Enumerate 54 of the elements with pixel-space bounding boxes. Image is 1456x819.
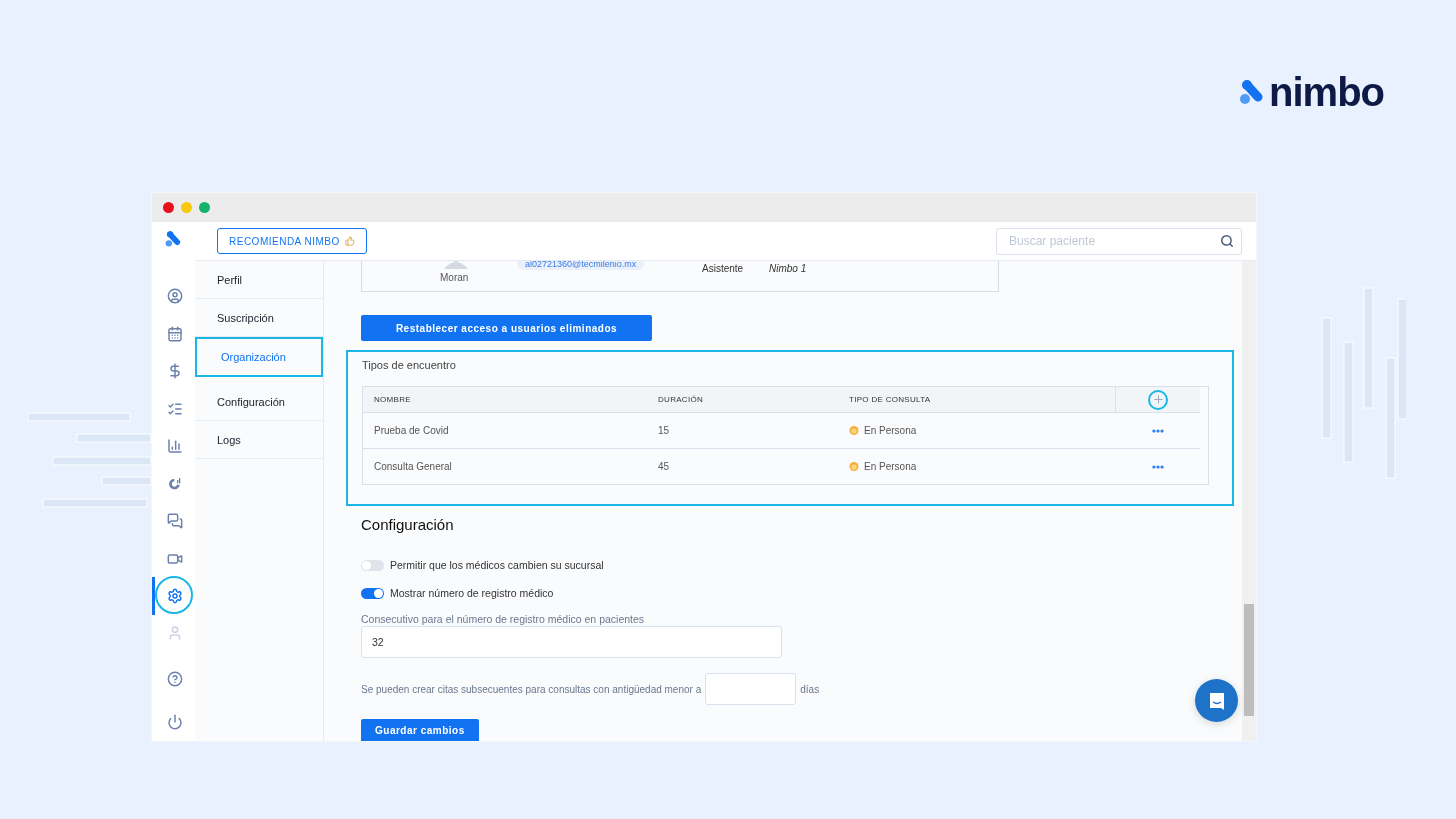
person-icon: [849, 461, 859, 472]
table-cell: 15: [647, 413, 838, 449]
logo-text: nimbo: [1269, 72, 1384, 112]
bar-chart-icon: [167, 438, 183, 455]
table-cell-text: Consulta General: [373, 460, 453, 474]
power-icon: [167, 714, 183, 731]
restore-button[interactable]: Restablecer acceso a usuarios eliminados: [361, 315, 652, 341]
chat-icon: [167, 513, 183, 530]
add-button[interactable]: [1148, 389, 1168, 410]
calendar-icon: [167, 325, 183, 342]
user-branch: Nimbo 1: [769, 263, 807, 274]
settings-icon: [167, 587, 183, 604]
toggle-switch[interactable]: [361, 559, 384, 571]
column-header: TIPO DE CONSULTA: [838, 387, 1115, 413]
input-field[interactable]: [705, 673, 797, 705]
search-field[interactable]: Buscar paciente: [996, 227, 1242, 255]
window-control[interactable]: [163, 202, 174, 213]
submenu-item[interactable]: Configuración: [195, 383, 323, 421]
scrollbar[interactable]: [1242, 261, 1256, 741]
consultation-type: En Persona: [864, 425, 917, 436]
column-header: DURACIÓN: [647, 387, 838, 413]
submenu-item[interactable]: Logs: [195, 421, 323, 459]
toggle-label: Mostrar número de registro médico: [390, 587, 554, 599]
section-heading: Configuración: [361, 516, 455, 533]
help-icon: [167, 670, 183, 687]
submenu-item[interactable]: Suscripción: [195, 299, 323, 337]
search-icon: [1220, 233, 1234, 248]
plus-icon: [1151, 393, 1165, 406]
toggle-switch[interactable]: [361, 587, 384, 599]
user-name: Moran: [440, 272, 469, 283]
consultation-type: En Persona: [864, 461, 917, 472]
donut-chart-icon: [167, 475, 183, 492]
user-email: al02721360@tecmilenio.mx: [517, 261, 645, 270]
avatar-icon: [167, 625, 183, 642]
unit-label: días: [800, 683, 820, 695]
thumbs-up-icon: [344, 236, 355, 246]
submenu-item[interactable]: Organización: [195, 337, 323, 377]
section-title: Tipos de encuentro: [362, 359, 457, 371]
app-logo-icon[interactable]: [164, 230, 183, 248]
window-control[interactable]: [199, 202, 210, 213]
recommend-button[interactable]: RECOMIENDA NIMBO: [217, 228, 367, 254]
user-role: Asistente: [702, 263, 744, 274]
submenu-item[interactable]: Perfil: [195, 261, 323, 299]
person-icon: [849, 425, 859, 436]
dollar-icon: [167, 363, 183, 380]
toggle-label: Permitir que los médicos cambien su sucursal: [390, 559, 604, 571]
column-header: NOMBRE: [363, 387, 647, 413]
save-button[interactable]: Guardar cambios: [361, 719, 479, 741]
table-cell: Prueba de Covid: [363, 413, 647, 449]
input-field[interactable]: 32: [361, 626, 782, 658]
field-label: Consecutivo para el número de registro médico en pacientes: [361, 613, 646, 625]
table-cell-text: 45: [657, 460, 671, 474]
field-label: Se pueden crear citas subsecuentes para consultas con antigüedad menor a: [361, 683, 702, 695]
user-icon: [167, 288, 183, 305]
